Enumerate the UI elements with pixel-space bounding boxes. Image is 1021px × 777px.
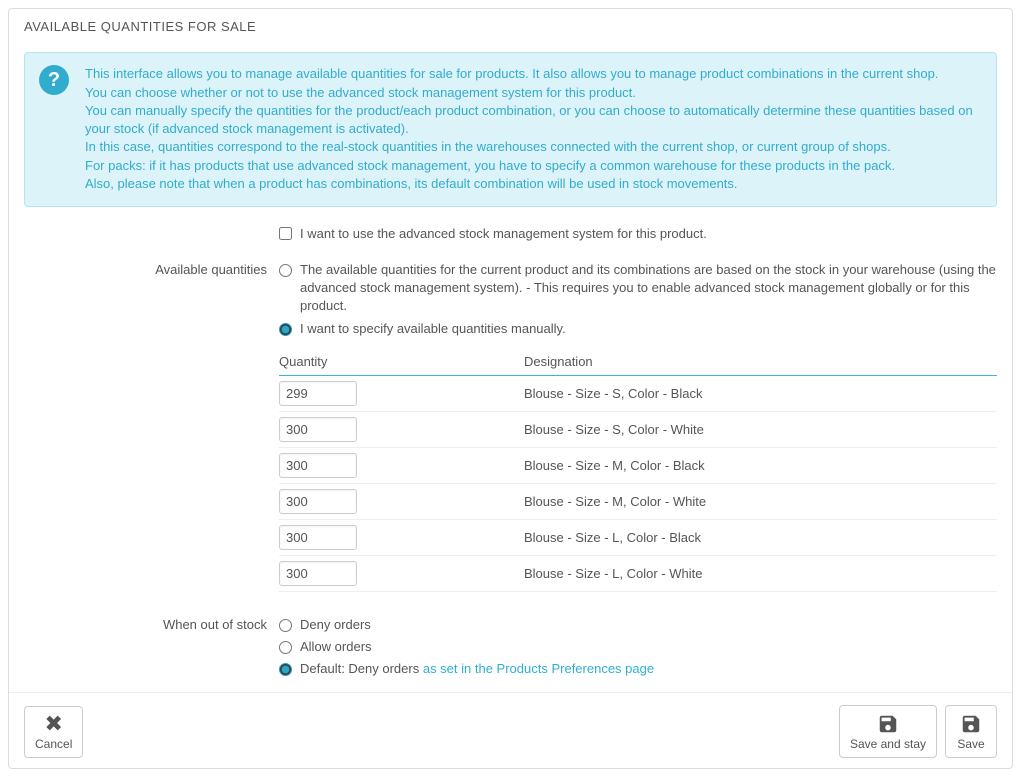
table-row: Blouse - Size - S, Color - Black — [279, 375, 997, 411]
quantity-input[interactable] — [279, 489, 357, 514]
info-line: For packs: if it has products that use a… — [85, 157, 982, 175]
info-alert: ? This interface allows you to manage av… — [24, 52, 997, 207]
table-row: Blouse - Size - M, Color - White — [279, 483, 997, 519]
asm-checkbox[interactable] — [279, 227, 292, 240]
designation-cell: Blouse - Size - L, Color - Black — [524, 519, 997, 555]
panel-body: ? This interface allows you to manage av… — [9, 52, 1012, 682]
asm-row: I want to use the advanced stock managem… — [24, 225, 997, 255]
out-of-stock-label: When out of stock — [24, 616, 279, 632]
oos-default-pre: Default: Deny orders — [300, 661, 423, 676]
asm-label-empty — [24, 225, 279, 226]
available-quantities-label: Available quantities — [24, 261, 279, 277]
quantity-input[interactable] — [279, 417, 357, 442]
info-line: Also, please note that when a product ha… — [85, 175, 982, 193]
info-line: This interface allows you to manage avai… — [85, 65, 982, 83]
dos-warehouse-radio[interactable] — [279, 264, 292, 277]
dos-warehouse[interactable]: The available quantities for the current… — [279, 261, 997, 316]
save-icon — [960, 713, 982, 735]
designation-cell: Blouse - Size - S, Color - White — [524, 411, 997, 447]
oos-deny-label: Deny orders — [300, 616, 371, 634]
dos-manual-label: I want to specify available quantities m… — [300, 320, 566, 338]
cancel-button[interactable]: Cancel — [24, 706, 83, 758]
table-row: Blouse - Size - L, Color - White — [279, 555, 997, 591]
quantity-input[interactable] — [279, 561, 357, 586]
oos-default-radio[interactable] — [279, 663, 292, 676]
oos-allow[interactable]: Allow orders — [279, 638, 997, 656]
help-icon: ? — [39, 65, 69, 95]
panel-footer: Cancel Save and stay Save — [9, 692, 1012, 758]
designation-cell: Blouse - Size - L, Color - White — [524, 555, 997, 591]
out-of-stock-row: When out of stock Deny orders Allow orde… — [24, 616, 997, 683]
table-row: Blouse - Size - L, Color - Black — [279, 519, 997, 555]
save-icon — [877, 713, 899, 735]
quantity-input[interactable] — [279, 453, 357, 478]
asm-checkbox-row[interactable]: I want to use the advanced stock managem… — [279, 225, 997, 243]
panel-title: AVAILABLE QUANTITIES FOR SALE — [9, 9, 1012, 44]
save-button[interactable]: Save — [945, 705, 997, 758]
save-and-stay-button[interactable]: Save and stay — [839, 705, 937, 758]
save-and-stay-label: Save and stay — [850, 737, 926, 751]
designation-cell: Blouse - Size - M, Color - White — [524, 483, 997, 519]
save-label: Save — [957, 737, 984, 751]
th-quantity: Quantity — [279, 346, 524, 376]
th-designation: Designation — [524, 346, 997, 376]
dos-manual[interactable]: I want to specify available quantities m… — [279, 320, 997, 338]
designation-cell: Blouse - Size - M, Color - Black — [524, 447, 997, 483]
info-line: You can choose whether or not to use the… — [85, 84, 982, 102]
info-line: In this case, quantities correspond to t… — [85, 138, 982, 156]
oos-deny-radio[interactable] — [279, 619, 292, 632]
oos-default[interactable]: Default: Deny orders as set in the Produ… — [279, 660, 997, 678]
table-row: Blouse - Size - S, Color - White — [279, 411, 997, 447]
oos-allow-radio[interactable] — [279, 641, 292, 654]
oos-allow-label: Allow orders — [300, 638, 372, 656]
dos-manual-radio[interactable] — [279, 323, 292, 336]
quantities-table: Quantity Designation Blouse - Size - S, … — [279, 346, 997, 592]
quantity-input[interactable] — [279, 525, 357, 550]
close-icon — [44, 713, 62, 735]
oos-deny[interactable]: Deny orders — [279, 616, 997, 634]
oos-default-link[interactable]: as set in the Products Preferences page — [423, 661, 654, 676]
table-row: Blouse - Size - M, Color - Black — [279, 447, 997, 483]
quantity-input[interactable] — [279, 381, 357, 406]
dos-warehouse-label: The available quantities for the current… — [300, 261, 997, 316]
quantities-panel: AVAILABLE QUANTITIES FOR SALE ? This int… — [8, 8, 1013, 769]
designation-cell: Blouse - Size - S, Color - Black — [524, 375, 997, 411]
asm-checkbox-label: I want to use the advanced stock managem… — [300, 225, 707, 243]
cancel-button-label: Cancel — [35, 737, 72, 751]
depends-on-stock-row: Available quantities The available quant… — [24, 261, 997, 610]
info-line: You can manually specify the quantities … — [85, 102, 982, 137]
save-buttons: Save and stay Save — [839, 705, 997, 758]
